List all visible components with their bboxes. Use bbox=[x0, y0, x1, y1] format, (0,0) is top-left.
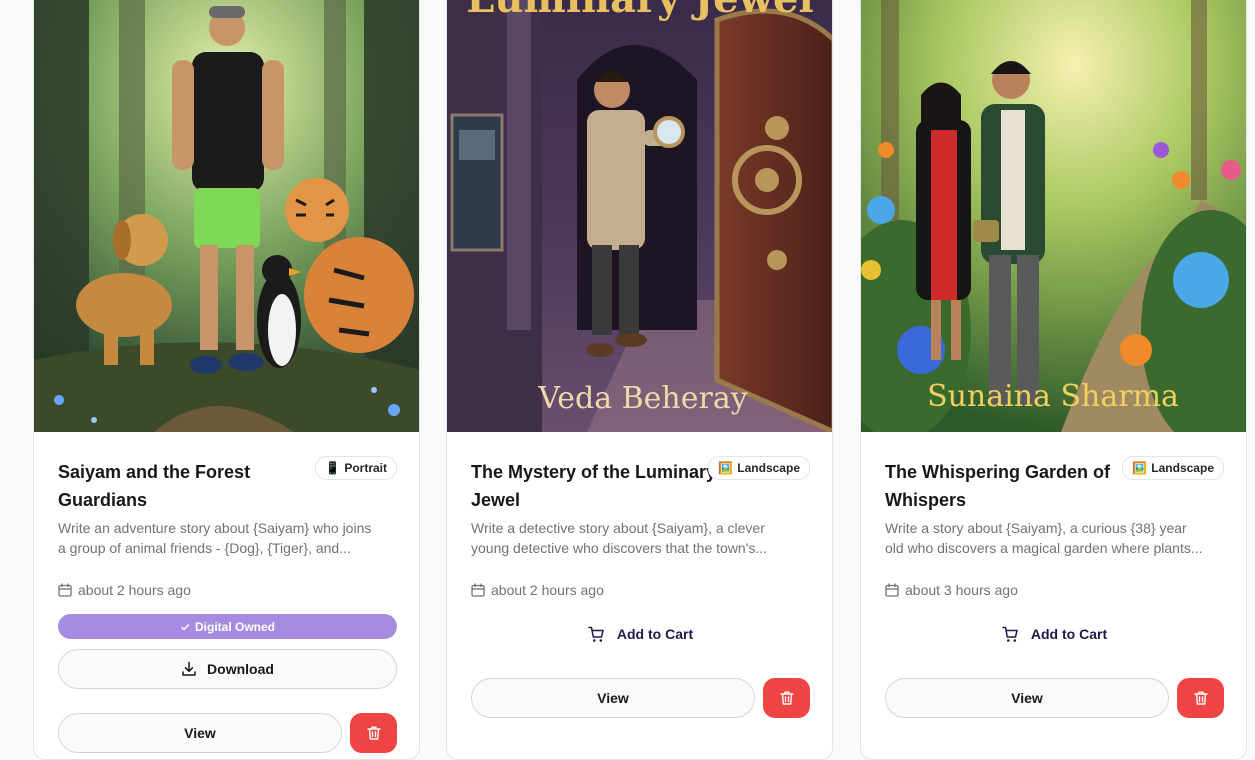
story-description: Write an adventure story about {Saiyam} … bbox=[58, 518, 397, 558]
created-date: about 2 hours ago bbox=[471, 582, 604, 598]
description-line: Write an adventure story about {Saiyam} … bbox=[58, 520, 372, 536]
delete-button[interactable] bbox=[1177, 678, 1224, 718]
cart-label: Add to Cart bbox=[1030, 626, 1108, 642]
view-button[interactable]: View bbox=[58, 713, 342, 753]
delete-button[interactable] bbox=[763, 678, 810, 718]
cover-image[interactable]: Luminary Jewel Veda Beheray bbox=[447, 0, 832, 432]
cart-icon bbox=[1002, 626, 1018, 642]
orientation-badge: 🖼️ Landscape bbox=[1122, 456, 1224, 480]
description-line: Write a detective story about {Saiyam}, … bbox=[471, 520, 765, 536]
description-line: young detective who discovers that the t… bbox=[471, 540, 768, 556]
story-title[interactable]: The Mystery of the Luminary Jewel bbox=[471, 458, 721, 514]
picture-icon: 🖼️ bbox=[718, 461, 734, 475]
download-icon bbox=[182, 661, 196, 676]
badge-label: Landscape bbox=[737, 461, 800, 475]
cover-author-text: Veda Beheray bbox=[537, 381, 747, 416]
story-title[interactable]: The Whispering Garden of Whispers bbox=[885, 458, 1135, 514]
digital-owned-badge: Digital Owned bbox=[58, 614, 397, 639]
cover-title-text: Luminary Jewel bbox=[466, 0, 813, 22]
cover-author-text: Sunaina Sharma bbox=[927, 379, 1179, 414]
badge-label: Landscape bbox=[1151, 461, 1214, 475]
description-line: Write a story about {Saiyam}, a curious … bbox=[885, 520, 1187, 536]
date-text: about 3 hours ago bbox=[905, 582, 1018, 598]
story-card: Luminary Jewel Veda Beheray The Mystery … bbox=[446, 0, 833, 760]
view-label: View bbox=[1011, 690, 1043, 706]
cover-image[interactable] bbox=[34, 0, 419, 432]
calendar-icon bbox=[471, 583, 485, 597]
orientation-badge: 📱 Portrait bbox=[315, 456, 397, 480]
created-date: about 3 hours ago bbox=[885, 582, 1018, 598]
picture-icon: 🖼️ bbox=[1132, 461, 1148, 475]
story-description: Write a detective story about {Saiyam}, … bbox=[471, 518, 810, 558]
badge-label: Portrait bbox=[344, 461, 387, 475]
cover-image[interactable]: Sunaina Sharma bbox=[861, 0, 1246, 432]
date-text: about 2 hours ago bbox=[491, 582, 604, 598]
trash-icon bbox=[779, 691, 794, 705]
check-icon bbox=[181, 623, 190, 630]
add-to-cart-button[interactable]: Add to Cart bbox=[471, 624, 810, 644]
story-title[interactable]: Saiyam and the Forest Guardians bbox=[58, 458, 308, 514]
view-button[interactable]: View bbox=[885, 678, 1169, 718]
description-line: old who discovers a magical garden where… bbox=[885, 540, 1203, 556]
phone-icon: 📱 bbox=[325, 461, 341, 475]
view-label: View bbox=[597, 690, 629, 706]
orientation-badge: 🖼️ Landscape bbox=[708, 456, 810, 480]
calendar-icon bbox=[885, 583, 899, 597]
add-to-cart-button[interactable]: Add to Cart bbox=[885, 624, 1224, 644]
delete-button[interactable] bbox=[350, 713, 397, 753]
trash-icon bbox=[1193, 691, 1208, 705]
cart-label: Add to Cart bbox=[616, 626, 694, 642]
story-card: Sunaina Sharma The Whispering Garden of … bbox=[860, 0, 1247, 760]
cart-icon bbox=[588, 626, 604, 642]
created-date: about 2 hours ago bbox=[58, 582, 191, 598]
owned-label: Digital Owned bbox=[194, 619, 275, 634]
view-button[interactable]: View bbox=[471, 678, 755, 718]
date-text: about 2 hours ago bbox=[78, 582, 191, 598]
download-button[interactable]: Download bbox=[58, 649, 397, 689]
download-label: Download bbox=[207, 661, 274, 677]
calendar-icon bbox=[58, 583, 72, 597]
story-description: Write a story about {Saiyam}, a curious … bbox=[885, 518, 1224, 558]
story-card: Saiyam and the Forest Guardians 📱 Portra… bbox=[33, 0, 420, 760]
description-line: a group of animal friends - {Dog}, {Tige… bbox=[58, 540, 351, 556]
